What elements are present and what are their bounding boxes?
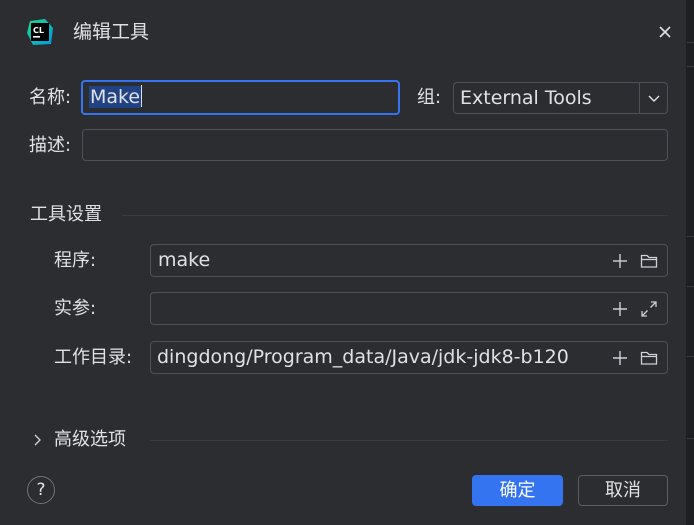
group-label: 组: <box>417 87 442 108</box>
program-label: 程序: <box>54 250 97 271</box>
plus-icon[interactable] <box>610 299 630 319</box>
combo-divider <box>639 83 640 113</box>
plus-icon[interactable] <box>610 348 630 368</box>
description-label: 描述: <box>29 135 72 156</box>
dialog-title: 编辑工具 <box>73 21 150 43</box>
plus-icon[interactable] <box>610 251 630 271</box>
name-value: Make <box>89 86 142 108</box>
group-value: External Tools <box>460 87 592 109</box>
folder-icon[interactable] <box>639 251 659 271</box>
background-window-edge <box>687 0 694 525</box>
chevron-right-icon[interactable] <box>31 432 45 448</box>
arguments-label: 实参: <box>54 298 97 319</box>
group-combobox[interactable]: External Tools <box>453 82 668 114</box>
cancel-button[interactable]: 取消 <box>578 475 668 506</box>
program-input[interactable]: make <box>150 244 668 277</box>
description-input[interactable] <box>82 129 668 161</box>
name-input[interactable]: Make <box>81 80 400 115</box>
svg-text:CL: CL <box>33 26 44 35</box>
expand-icon[interactable] <box>639 299 659 319</box>
advanced-options-toggle[interactable]: 高级选项 <box>54 428 126 452</box>
edit-tool-dialog: CL 编辑工具 名称: Make 组: External Tools 描述: 工… <box>0 0 687 525</box>
folder-icon[interactable] <box>639 348 659 368</box>
chevron-down-icon[interactable] <box>641 83 667 113</box>
ok-button[interactable]: 确定 <box>472 475 563 506</box>
clion-logo-icon: CL <box>27 19 53 45</box>
program-value: make <box>158 249 211 271</box>
section-divider <box>122 215 668 216</box>
arguments-input[interactable] <box>150 292 668 325</box>
working-directory-value: dingdong/Program_data/Java/jdk-jdk8-b120 <box>157 346 569 368</box>
advanced-divider <box>150 440 668 441</box>
text-caret <box>141 85 143 107</box>
section-title-tool-settings: 工具设置 <box>30 204 102 225</box>
working-directory-label: 工作目录: <box>54 347 133 368</box>
name-label: 名称: <box>29 87 72 108</box>
close-icon[interactable] <box>655 22 675 42</box>
help-button[interactable]: ? <box>27 476 55 504</box>
working-directory-input[interactable]: dingdong/Program_data/Java/jdk-jdk8-b120 <box>150 341 668 374</box>
